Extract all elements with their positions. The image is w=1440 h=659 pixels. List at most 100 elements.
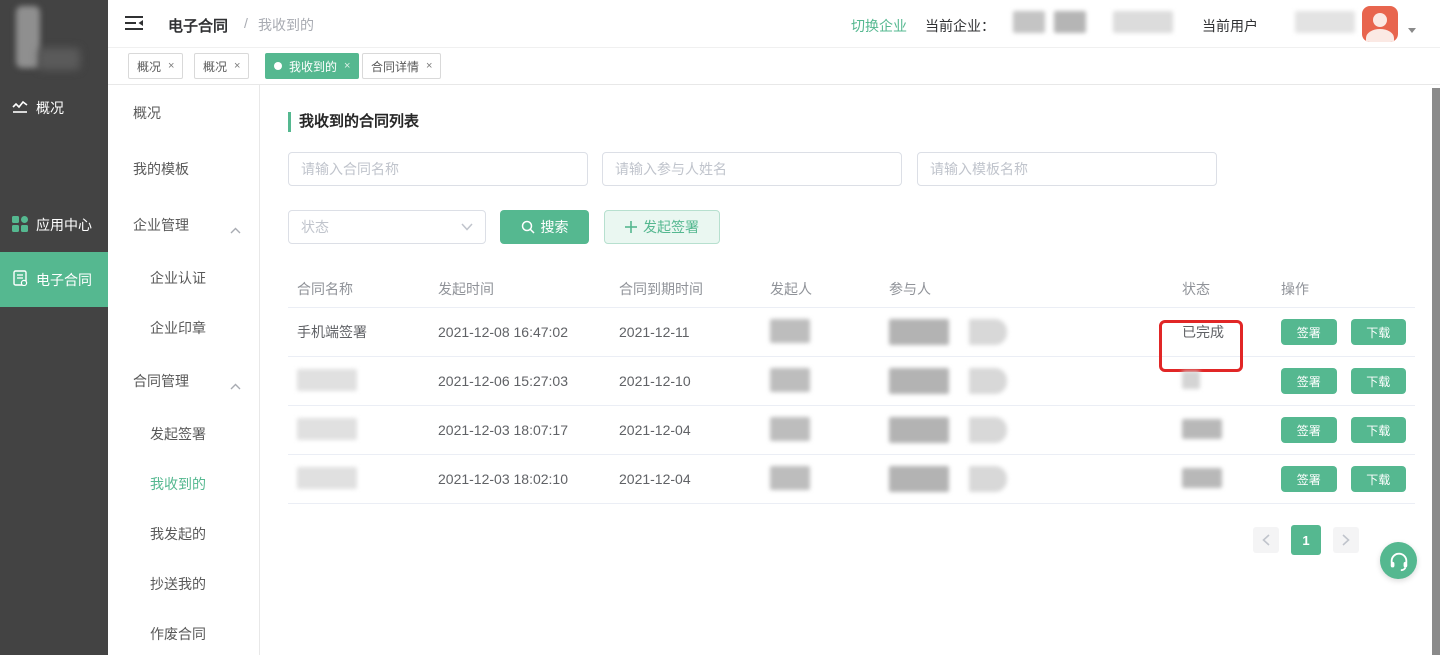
tab-合同详情[interactable]: 合同详情× (362, 53, 441, 79)
status-select[interactable]: 状态 (288, 210, 486, 244)
pagination-prev-button[interactable] (1253, 527, 1279, 553)
sidebar-item-发起签署[interactable]: 发起签署 (108, 409, 259, 459)
tab-概况[interactable]: 概况× (194, 53, 249, 79)
page-title: 我收到的合同列表 (288, 112, 419, 132)
pagination-page-1[interactable]: 1 (1291, 525, 1321, 555)
headset-icon (1388, 550, 1410, 572)
table-row: 2021-12-03 18:07:172021-12-04签署下载 (288, 406, 1415, 455)
sign-button[interactable]: 签署 (1281, 466, 1337, 492)
company-name-redacted (1054, 11, 1086, 33)
search-button[interactable]: 搜索 (500, 210, 589, 244)
initiate-sign-button[interactable]: 发起签署 (604, 210, 720, 244)
template-name-input[interactable] (917, 152, 1217, 186)
cell-start-time: 2021-12-03 18:07:17 (438, 422, 619, 438)
sidebar-item-label: 发起签署 (150, 424, 206, 444)
switch-company-link[interactable]: 切换企业 (851, 16, 907, 36)
sidebar-item-我发起的[interactable]: 我发起的 (108, 509, 259, 559)
rail-item-概况[interactable]: 概况 (0, 88, 108, 128)
contract-name-input[interactable] (288, 152, 588, 186)
chevron-down-icon (461, 223, 473, 231)
download-button[interactable]: 下载 (1351, 319, 1407, 345)
company-name-redacted (1013, 11, 1045, 33)
vertical-scrollbar[interactable] (1432, 88, 1440, 655)
sign-button[interactable]: 签署 (1281, 368, 1337, 394)
current-user-label: 当前用户 (1202, 16, 1258, 36)
tab-label: 我收到的 (289, 58, 337, 75)
tab-概况[interactable]: 概况× (128, 53, 183, 79)
rail-item-label: 电子合同 (36, 270, 92, 290)
cell-participants (880, 319, 1173, 345)
sign-button[interactable]: 签署 (1281, 417, 1337, 443)
collapse-sidebar-icon[interactable] (125, 15, 143, 36)
status-redacted (1182, 419, 1222, 439)
close-tab-icon[interactable]: × (426, 60, 432, 72)
breadcrumb-separator: / (244, 15, 248, 31)
close-tab-icon[interactable]: × (234, 60, 240, 72)
cell-start-time: 2021-12-03 18:02:10 (438, 471, 619, 487)
contract-name-redacted (297, 467, 357, 489)
sidebar-item-抄送我的[interactable]: 抄送我的 (108, 559, 259, 609)
rail-item-label: 应用中心 (36, 215, 92, 235)
company-name-redacted (1113, 11, 1173, 33)
cell-initiator (770, 417, 880, 444)
participant-redacted (889, 466, 949, 492)
sidebar-item-企业印章[interactable]: 企业印章 (108, 303, 259, 353)
sidebar-item-label: 概况 (133, 103, 161, 123)
apps-grid-icon (12, 216, 28, 235)
column-header-操作: 操作 (1281, 279, 1406, 299)
user-menu-caret-icon[interactable] (1408, 28, 1416, 33)
initiator-redacted (770, 466, 810, 490)
breadcrumb-root[interactable]: 电子合同 (168, 15, 228, 36)
sidebar-item-label: 作废合同 (150, 624, 206, 644)
avatar-person-icon (1366, 29, 1394, 42)
download-button[interactable]: 下载 (1351, 368, 1407, 394)
sidebar-item-概况[interactable]: 概况 (108, 85, 259, 141)
open-tabs-bar: 概况×概况×我收到的×合同详情× (108, 48, 1440, 85)
initiator-redacted (770, 417, 810, 441)
contract-name-redacted (297, 369, 357, 391)
tab-我收到的[interactable]: 我收到的 × (265, 53, 359, 79)
pagination-next-button[interactable] (1333, 527, 1359, 553)
participant-redacted (969, 466, 1007, 492)
chevron-right-icon (1342, 534, 1350, 546)
breadcrumb-current: 我收到的 (258, 15, 314, 35)
sign-button[interactable]: 签署 (1281, 319, 1337, 345)
download-button[interactable]: 下载 (1351, 466, 1407, 492)
user-avatar[interactable] (1362, 6, 1398, 42)
rail-item-应用中心[interactable]: 应用中心 (0, 205, 108, 245)
sidebar-item-label: 企业印章 (150, 318, 206, 338)
download-button[interactable]: 下载 (1351, 417, 1407, 443)
rail-item-label: 概况 (36, 98, 64, 118)
participant-redacted (969, 319, 1007, 345)
search-button-label: 搜索 (541, 217, 569, 237)
avatar-person-icon (1373, 13, 1387, 27)
cell-status: 已完成 (1173, 322, 1281, 342)
participant-name-input[interactable] (602, 152, 902, 186)
sidebar-item-label: 我发起的 (150, 524, 206, 544)
logo-redacted (38, 48, 80, 70)
top-header: 电子合同 / 我收到的 切换企业 当前企业： 当前用户 (108, 0, 1440, 48)
initiate-sign-label: 发起签署 (643, 217, 699, 237)
sidebar-item-合同管理[interactable]: 合同管理 (108, 353, 259, 409)
sidebar-item-我收到的[interactable]: 我收到的 (108, 459, 259, 509)
cell-initiator (770, 319, 880, 346)
close-tab-icon[interactable]: × (344, 60, 350, 72)
status-select-placeholder: 状态 (301, 217, 329, 237)
customer-support-button[interactable] (1380, 542, 1417, 579)
column-header-合同名称: 合同名称 (288, 279, 438, 299)
column-header-参与人: 参与人 (880, 279, 1173, 299)
sidebar-item-企业认证[interactable]: 企业认证 (108, 253, 259, 303)
logo-redacted (16, 6, 40, 68)
close-tab-icon[interactable]: × (168, 60, 174, 72)
sidebar-item-企业管理[interactable]: 企业管理 (108, 197, 259, 253)
participant-redacted (889, 417, 949, 443)
sidebar-item-我的模板[interactable]: 我的模板 (108, 141, 259, 197)
chevron-up-icon (230, 221, 241, 237)
rail-item-电子合同[interactable]: 电子合同 (0, 252, 108, 307)
sidebar-item-作废合同[interactable]: 作废合同 (108, 609, 259, 659)
sidebar-item-label: 我收到的 (150, 474, 206, 494)
column-header-发起人: 发起人 (770, 279, 880, 299)
table-row: 手机端签署2021-12-08 16:47:022021-12-11已完成签署下… (288, 308, 1415, 357)
participant-redacted (969, 417, 1007, 443)
contracts-table: 合同名称发起时间合同到期时间发起人参与人状态操作 手机端签署2021-12-08… (288, 270, 1415, 504)
